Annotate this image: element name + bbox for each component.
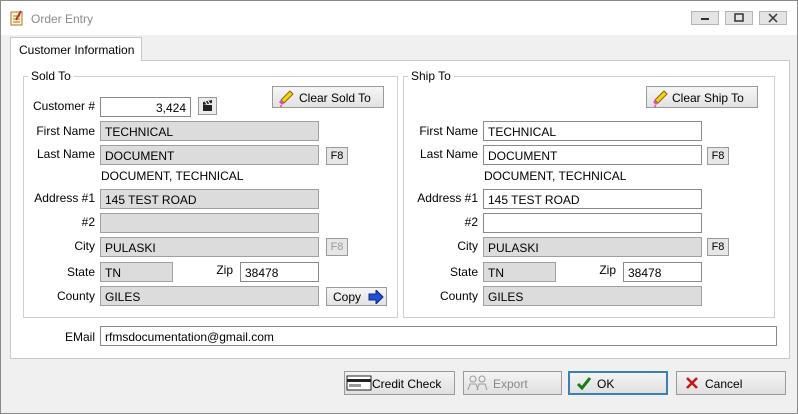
notepad-icon bbox=[10, 10, 23, 26]
sold-address2-label: #2 bbox=[81, 215, 95, 229]
sold-county-label: County bbox=[56, 289, 95, 303]
customer-lookup-button[interactable] bbox=[198, 97, 217, 115]
ship-state-field[interactable]: TN bbox=[483, 262, 556, 282]
clear-ship-to-button[interactable]: Clear Ship To bbox=[646, 86, 758, 108]
eraser-icon bbox=[653, 90, 668, 107]
sold-state-field[interactable]: TN bbox=[100, 262, 173, 282]
ship-last-name-label: Last Name bbox=[419, 147, 478, 161]
tab-label: Customer Information bbox=[19, 43, 135, 57]
clapper-icon bbox=[203, 100, 212, 111]
arrow-right-icon bbox=[368, 290, 384, 304]
email-label: EMail bbox=[64, 330, 95, 344]
copy-label: Copy bbox=[333, 290, 362, 304]
sold-city-label: City bbox=[74, 239, 95, 253]
users-icon bbox=[467, 375, 488, 391]
export-label: Export bbox=[493, 377, 528, 391]
ship-county-label: County bbox=[439, 289, 478, 303]
clear-ship-to-label: Clear Ship To bbox=[672, 91, 744, 105]
copy-button[interactable]: Copy bbox=[326, 287, 387, 306]
sold-zip-label: Zip bbox=[216, 263, 233, 277]
sold-address1-label: Address #1 bbox=[34, 191, 95, 205]
ok-button[interactable]: OK bbox=[568, 371, 668, 395]
x-icon bbox=[686, 377, 698, 389]
ship-last-name-input[interactable]: DOCUMENT bbox=[483, 145, 702, 165]
tab-customer-information[interactable]: Customer Information bbox=[10, 37, 142, 61]
ship-address2-label: #2 bbox=[464, 215, 478, 229]
ship-first-name-label: First Name bbox=[419, 124, 478, 138]
sold-state-label: State bbox=[66, 265, 95, 279]
ship-city-f8-button[interactable]: F8 bbox=[707, 238, 729, 256]
minimize-button[interactable] bbox=[691, 11, 719, 25]
email-input[interactable]: rfmsdocumentation@gmail.com bbox=[100, 326, 777, 346]
credit-card-icon bbox=[346, 375, 372, 391]
ship-first-name-input[interactable]: TECHNICAL bbox=[483, 121, 702, 141]
ship-city-field[interactable]: PULASKI bbox=[483, 237, 702, 257]
ship-city-label: City bbox=[457, 239, 478, 253]
ship-full-name-text: DOCUMENT, TECHNICAL bbox=[484, 169, 627, 183]
sold-address2-field[interactable] bbox=[100, 213, 319, 233]
ship-address2-input[interactable] bbox=[483, 213, 702, 233]
close-window-button[interactable] bbox=[759, 11, 787, 25]
maximize-button[interactable] bbox=[725, 11, 753, 25]
sold-first-name-field[interactable]: TECHNICAL bbox=[100, 121, 319, 141]
ship-zip-input[interactable]: 38478 bbox=[623, 262, 702, 282]
cancel-button[interactable]: Cancel bbox=[676, 371, 786, 395]
sold-full-name-text: DOCUMENT, TECHNICAL bbox=[101, 169, 244, 183]
clear-sold-to-label: Clear Sold To bbox=[299, 91, 371, 105]
sold-city-f8-button[interactable]: F8 bbox=[326, 238, 348, 256]
title-bar[interactable]: Order Entry bbox=[1, 1, 797, 35]
ship-address1-input[interactable]: 145 TEST ROAD bbox=[483, 189, 702, 209]
minimize-icon bbox=[701, 18, 709, 20]
cancel-label: Cancel bbox=[705, 377, 743, 391]
maximize-icon bbox=[734, 13, 744, 22]
customer-number-input[interactable]: 3,424 bbox=[100, 97, 191, 117]
sold-to-label: Sold To bbox=[28, 69, 74, 83]
export-button[interactable]: Export bbox=[463, 371, 562, 395]
clear-sold-to-button[interactable]: Clear Sold To bbox=[272, 86, 384, 108]
eraser-icon bbox=[279, 90, 294, 107]
ship-zip-label: Zip bbox=[599, 263, 616, 277]
sold-last-name-f8-button[interactable]: F8 bbox=[326, 147, 348, 165]
customer-number-label: Customer # bbox=[32, 99, 95, 113]
ship-to-label: Ship To bbox=[408, 69, 454, 83]
ship-address1-label: Address #1 bbox=[417, 191, 478, 205]
ship-last-name-f8-button[interactable]: F8 bbox=[707, 147, 729, 165]
credit-check-label: Credit Check bbox=[372, 377, 442, 391]
ship-state-label: State bbox=[449, 265, 478, 279]
ship-county-field[interactable]: GILES bbox=[483, 286, 702, 306]
sold-address1-field[interactable]: 145 TEST ROAD bbox=[100, 189, 319, 209]
sold-first-name-label: First Name bbox=[36, 124, 95, 138]
credit-check-button[interactable]: Credit Check bbox=[344, 371, 455, 395]
order-entry-window: Order Entry Customer Information Sold To… bbox=[0, 0, 798, 414]
customer-information-panel: Sold To Customer # 3,424 Clear Sold To F… bbox=[10, 60, 790, 359]
close-icon bbox=[768, 13, 778, 23]
ok-label: OK bbox=[597, 377, 615, 391]
checkmark-icon bbox=[576, 377, 592, 391]
sold-last-name-field[interactable]: DOCUMENT bbox=[100, 145, 319, 165]
sold-city-field[interactable]: PULASKI bbox=[100, 237, 319, 257]
window-title: Order Entry bbox=[31, 12, 94, 26]
sold-county-field[interactable]: GILES bbox=[100, 286, 319, 306]
sold-last-name-label: Last Name bbox=[36, 147, 95, 161]
sold-zip-input[interactable]: 38478 bbox=[240, 262, 319, 282]
